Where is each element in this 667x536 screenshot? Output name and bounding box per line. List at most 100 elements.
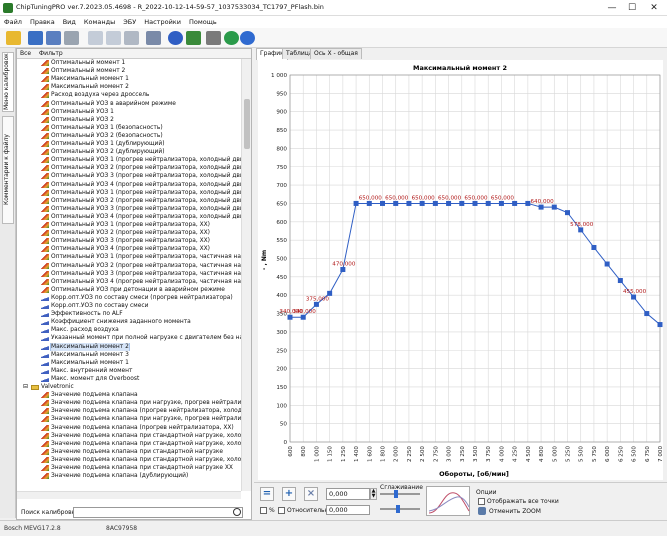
tree-item[interactable]: Оптимальный УОЗ 2 (прогрев нейтрализатор… bbox=[17, 262, 241, 270]
tree-item[interactable]: Значение подъема клапана (прогрев нейтра… bbox=[17, 407, 241, 415]
tree-item[interactable]: Оптимальный УОЗ 4 (прогрев нейтрализатор… bbox=[17, 278, 241, 286]
tree-item[interactable]: Оптимальный УОЗ 1 (прогрев нейтрализатор… bbox=[17, 221, 241, 229]
tree-item[interactable]: Оптимальный УОЗ 2 bbox=[17, 116, 241, 124]
tree-item[interactable]: Оптимальный УОЗ 3 (прогрев нейтрализатор… bbox=[17, 270, 241, 278]
data-point[interactable] bbox=[406, 200, 412, 206]
tree-item[interactable]: Максимальный момент 2 bbox=[17, 83, 241, 91]
relative-value-input[interactable]: 0,000 bbox=[326, 505, 370, 515]
data-point[interactable] bbox=[419, 200, 425, 206]
add-button[interactable]: + bbox=[282, 487, 296, 501]
menu-commands[interactable]: Команды bbox=[80, 16, 119, 28]
tree-item[interactable]: Оптимальный УОЗ 1 (прогрев нейтрализатор… bbox=[17, 189, 241, 197]
connect-icon[interactable] bbox=[224, 31, 239, 45]
tree-item[interactable]: Оптимальный УОЗ 1 (прогрев нейтрализатор… bbox=[17, 253, 241, 261]
data-point[interactable] bbox=[551, 204, 557, 210]
tree-item[interactable]: Оптимальный УОЗ 4 (прогрев нейтрализатор… bbox=[17, 245, 241, 253]
data-point[interactable] bbox=[565, 210, 570, 216]
data-point[interactable] bbox=[313, 301, 319, 307]
smoothing-slider-handle[interactable] bbox=[394, 490, 398, 498]
tree-item[interactable]: Расход воздуха через дроссель bbox=[17, 91, 241, 99]
tree-item[interactable]: Оптимальный момент 2 bbox=[17, 67, 241, 75]
data-point[interactable] bbox=[485, 200, 491, 206]
data-point[interactable] bbox=[472, 200, 478, 206]
open-folder-icon[interactable] bbox=[6, 31, 21, 45]
tree-vertical-scrollbar[interactable] bbox=[241, 59, 251, 491]
data-point[interactable] bbox=[287, 314, 293, 320]
search-icon[interactable] bbox=[233, 508, 241, 516]
tree-item[interactable]: Оптимальный УОЗ 3 (прогрев нейтрализатор… bbox=[17, 205, 241, 213]
tree-horizontal-scrollbar[interactable] bbox=[17, 491, 241, 499]
menu-edit[interactable]: Правка bbox=[26, 16, 59, 28]
tree-item[interactable]: Значение подъема клапана (прогрев нейтра… bbox=[17, 424, 241, 432]
data-point[interactable] bbox=[366, 200, 372, 206]
tree-item[interactable]: Оптимальный УОЗ 1 (прогрев нейтрализатор… bbox=[17, 156, 241, 164]
tree-item[interactable]: Оптимальный УОЗ 4 (прогрев нейтрализатор… bbox=[17, 213, 241, 221]
tree-item[interactable]: Оптимальный УОЗ 2 (дублирующий) bbox=[17, 148, 241, 156]
data-point[interactable] bbox=[512, 200, 518, 206]
data-point[interactable] bbox=[538, 204, 544, 210]
tree-item[interactable]: Оптимальный УОЗ 1 bbox=[17, 108, 241, 116]
tree-item[interactable]: Корр.опт.УОЗ по составу смеси bbox=[17, 302, 241, 310]
tree-item[interactable]: Значение подъема клапана (дублирующий) bbox=[17, 472, 241, 480]
data-point[interactable] bbox=[327, 290, 333, 296]
tree-item[interactable]: Оптимальный УОЗ 1 (безопасность) bbox=[17, 124, 241, 132]
tree-item[interactable]: Максимальный момент 1 bbox=[17, 359, 241, 367]
tree-item[interactable]: Значение подъема клапана bbox=[17, 391, 241, 399]
tree-item[interactable]: Оптимальный момент 1 bbox=[17, 59, 241, 67]
data-point[interactable] bbox=[631, 294, 637, 300]
tree-item[interactable]: Оптимальный УОЗ при детонации в аварийно… bbox=[17, 286, 241, 294]
paste-icon[interactable] bbox=[106, 31, 121, 45]
show-all-points-checkbox[interactable] bbox=[478, 498, 485, 505]
tab-calibration-menu[interactable]: Меню калибровок bbox=[2, 52, 14, 112]
compare-icon[interactable] bbox=[124, 31, 139, 45]
tree-folder[interactable]: ⊟ Valvetronic bbox=[17, 383, 241, 391]
percent-checkbox[interactable] bbox=[260, 507, 267, 514]
multiply-button[interactable]: × bbox=[304, 487, 318, 501]
cancel-zoom-button[interactable]: Отменить ZOOM bbox=[489, 508, 541, 515]
menu-view[interactable]: Вид bbox=[59, 16, 80, 28]
tree-item[interactable]: Оптимальный УОЗ 1 (дублирующий) bbox=[17, 140, 241, 148]
menu-ecu[interactable]: ЭБУ bbox=[119, 16, 140, 28]
tree-item[interactable]: Оптимальный УОЗ 3 (прогрев нейтрализатор… bbox=[17, 237, 241, 245]
save-icon[interactable] bbox=[28, 31, 43, 45]
tree-item[interactable]: Значение подъема клапана при стандартной… bbox=[17, 432, 241, 440]
tree-item[interactable]: Оптимальный УОЗ в аварийном режиме bbox=[17, 100, 241, 108]
help-icon[interactable] bbox=[240, 31, 255, 45]
tree-item[interactable]: Значение подъема клапана при стандартной… bbox=[17, 464, 241, 472]
tree-item[interactable]: Максимальный момент 1 bbox=[17, 75, 241, 83]
navigate-icon[interactable] bbox=[168, 31, 183, 45]
tree-item[interactable]: Эффективность по ALF bbox=[17, 310, 241, 318]
tree-item[interactable]: Значение подъема клапана при стандартной… bbox=[17, 456, 241, 464]
torque-chart[interactable]: Максимальный момент 2 - , Nm Обороты, [о… bbox=[258, 60, 664, 480]
data-point[interactable] bbox=[340, 267, 346, 273]
collapse-icon[interactable]: ⊟ bbox=[23, 383, 28, 391]
tree-item[interactable]: Оптимальный УОЗ 2 (прогрев нейтрализатор… bbox=[17, 229, 241, 237]
data-point[interactable] bbox=[380, 200, 385, 206]
relative-checkbox[interactable] bbox=[278, 507, 285, 514]
data-point[interactable] bbox=[617, 278, 623, 284]
minimize-button[interactable]: — bbox=[606, 2, 618, 14]
tree-item[interactable]: Значение подъема клапана при нагрузке, п… bbox=[17, 399, 241, 407]
tree-item[interactable]: Оптимальный УОЗ 2 (прогрев нейтрализатор… bbox=[17, 197, 241, 205]
checksum-icon[interactable] bbox=[146, 31, 161, 45]
data-point[interactable] bbox=[300, 314, 306, 320]
tree-item[interactable]: Макс. внутренний момент bbox=[17, 367, 241, 375]
smoothing-slider-2[interactable] bbox=[380, 508, 420, 510]
data-point[interactable] bbox=[498, 200, 504, 206]
data-point[interactable] bbox=[353, 200, 359, 206]
tree-item[interactable]: Корр.опт.УОЗ по составу смеси (прогрев н… bbox=[17, 294, 241, 302]
tree-item[interactable]: Значение подъема клапана при стандартной… bbox=[17, 440, 241, 448]
data-point[interactable] bbox=[604, 261, 610, 267]
menu-file[interactable]: Файл bbox=[0, 16, 26, 28]
data-point[interactable] bbox=[644, 311, 650, 317]
tree-item[interactable]: Оптимальный УОЗ 2 (безопасность) bbox=[17, 132, 241, 140]
data-point[interactable] bbox=[446, 200, 452, 206]
value-input[interactable]: 0,000 bbox=[326, 488, 370, 500]
tree-item[interactable]: Указанный момент при полной нагрузке с д… bbox=[17, 334, 241, 342]
close-button[interactable]: ✕ bbox=[648, 2, 660, 14]
tree-item[interactable]: Коэффициент снижения заданного момента bbox=[17, 318, 241, 326]
copy-icon[interactable] bbox=[88, 31, 103, 45]
search-input[interactable] bbox=[73, 507, 243, 518]
tab-file-comments[interactable]: Комментарии к файлу bbox=[2, 116, 14, 224]
tree-item[interactable]: Максимальный момент 2 bbox=[17, 342, 241, 351]
